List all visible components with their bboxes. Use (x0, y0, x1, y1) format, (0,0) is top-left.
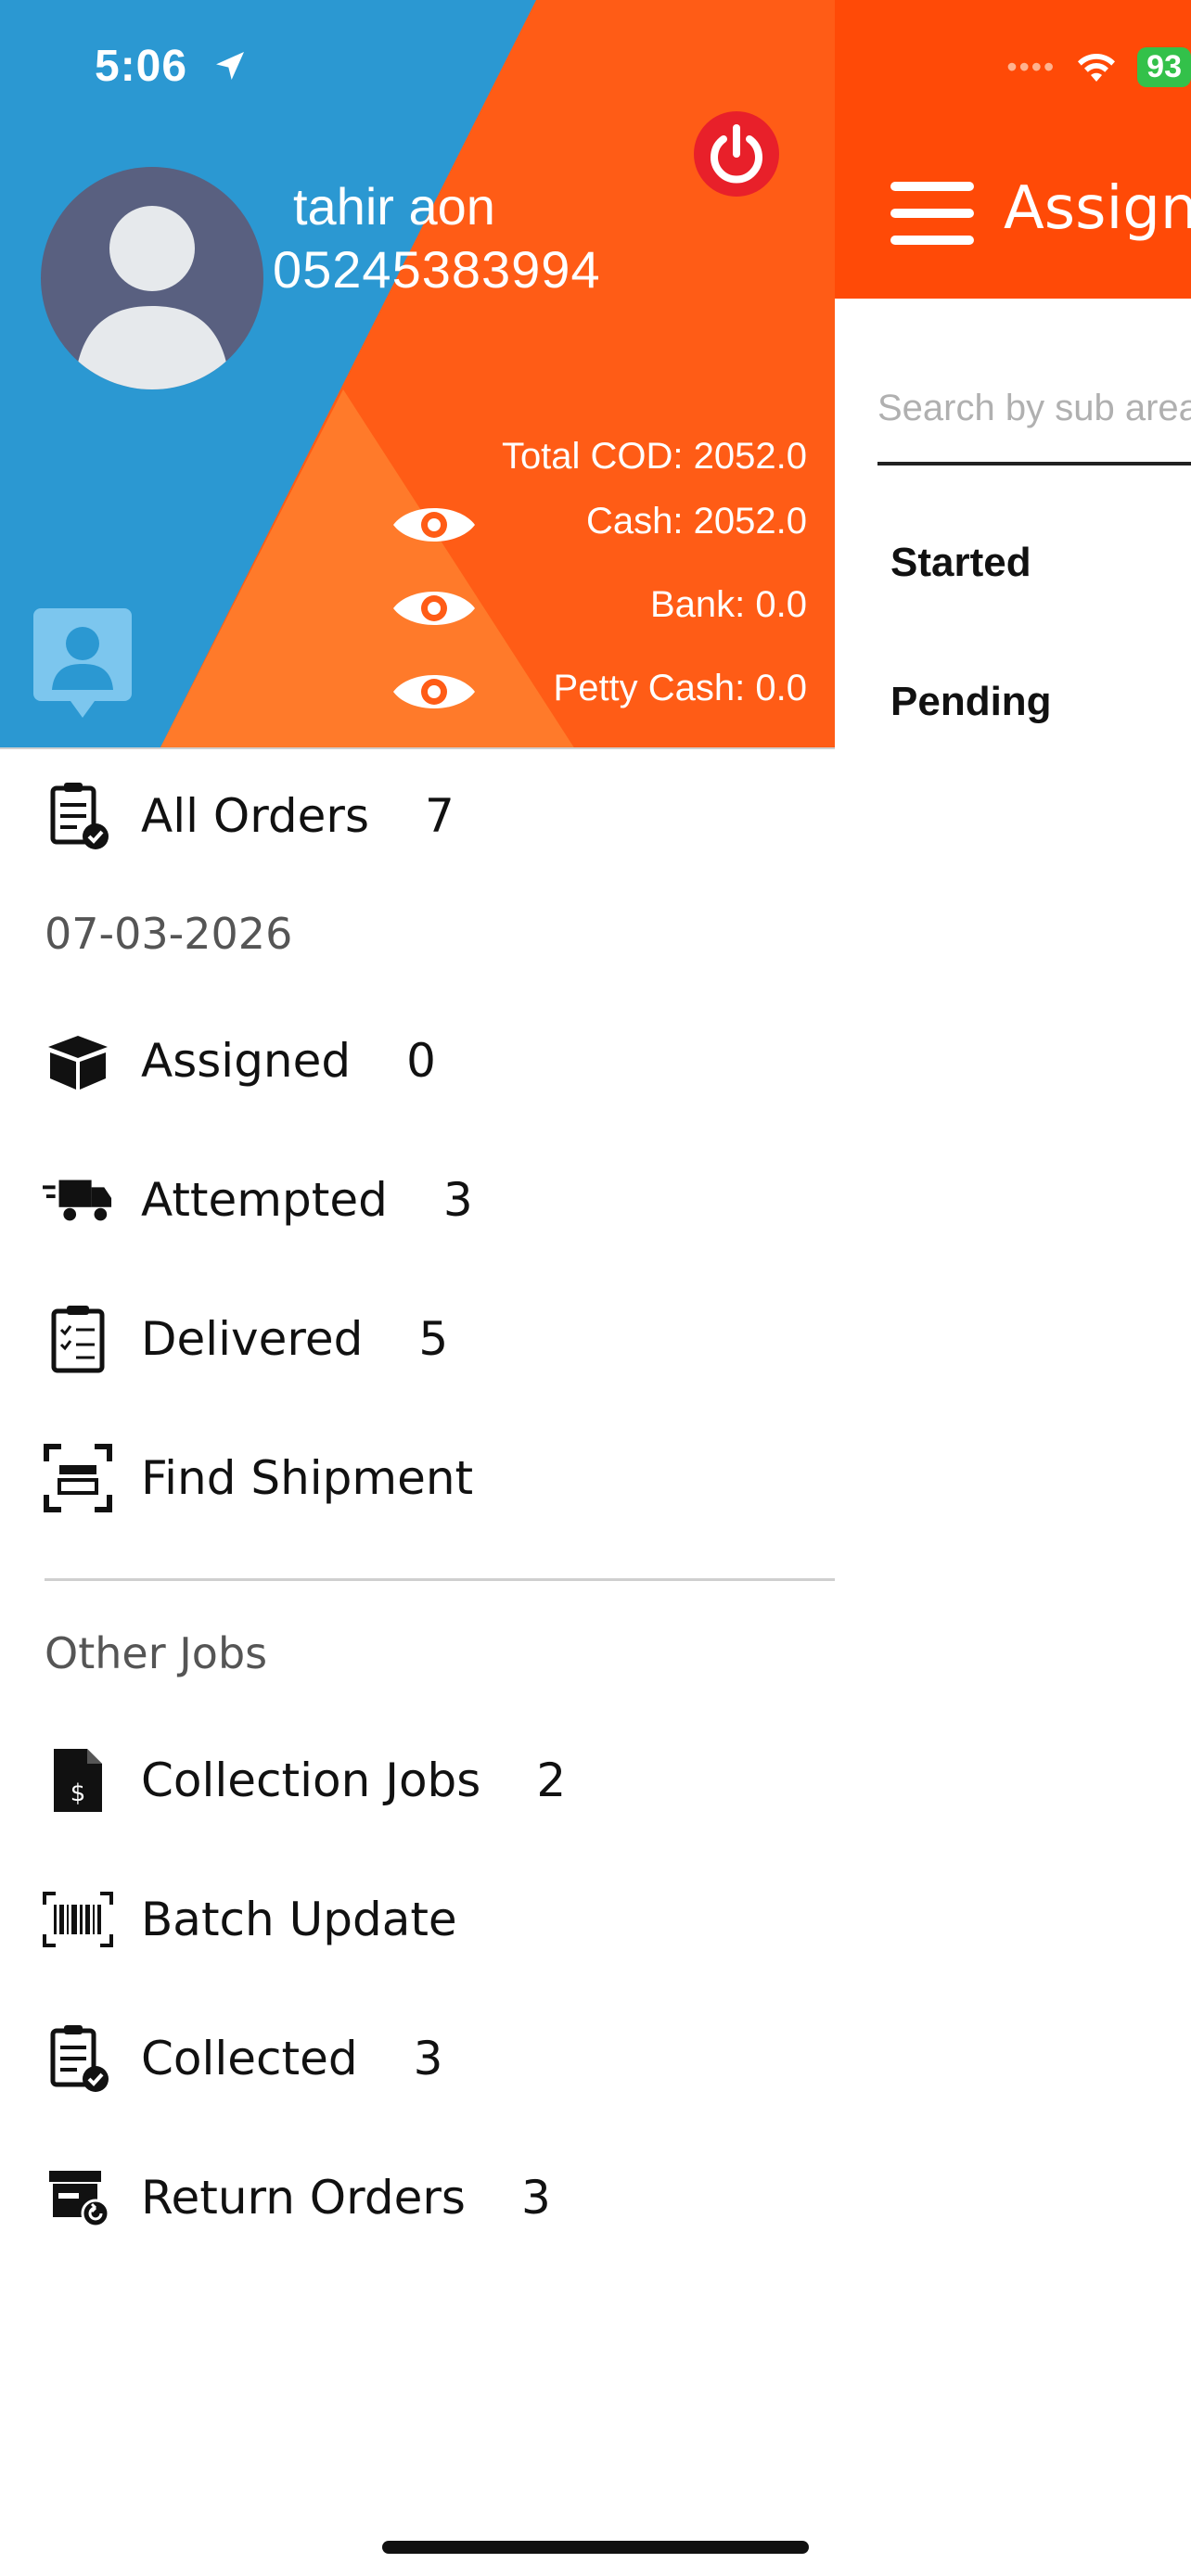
background-title: Assigned (1004, 174, 1191, 243)
cash-balance: Cash: 2052.0 (586, 501, 807, 542)
wifi-icon (1078, 53, 1116, 82)
user-phone: 05245383994 (273, 240, 601, 299)
checklist-icon (43, 1304, 113, 1374)
user-silhouette-icon (74, 206, 230, 389)
menu-collection-jobs-label: Collection Jobs (141, 1753, 481, 1807)
user-name: tahir aon (293, 177, 495, 236)
logout-button[interactable] (694, 111, 779, 197)
menu-all-orders[interactable]: All Orders 7 (43, 779, 455, 853)
menu-delivered[interactable]: Delivered 5 (43, 1302, 448, 1376)
menu-assigned-label: Assigned (141, 1034, 352, 1088)
other-jobs-label: Other Jobs (45, 1628, 268, 1678)
filter-started[interactable]: Started (890, 540, 1031, 586)
eye-icon[interactable] (390, 582, 479, 634)
status-time: 5:06 (95, 41, 249, 92)
barcode-icon (43, 1884, 113, 1955)
bank-balance: Bank: 0.0 (649, 584, 807, 625)
menu-collection-jobs-count: 2 (536, 1753, 567, 1807)
menu-assigned[interactable]: Assigned 0 (43, 1024, 436, 1098)
scan-icon (43, 1443, 113, 1513)
cellular-signal-icon: •••• (1006, 49, 1057, 83)
power-icon (711, 124, 762, 184)
eye-icon[interactable] (390, 499, 479, 551)
filter-pending[interactable]: Pending (890, 679, 1052, 725)
menu-collected-count: 3 (413, 2032, 443, 2085)
menu-batch-update-label: Batch Update (141, 1893, 457, 1946)
svg-text:$: $ (70, 1779, 86, 1807)
search-input[interactable]: Search by sub area (877, 380, 1191, 465)
menu-delivered-label: Delivered (141, 1312, 364, 1366)
return-box-icon (43, 2162, 113, 2233)
menu-find-shipment-label: Find Shipment (141, 1451, 474, 1505)
clipboard-check-icon (43, 781, 113, 851)
menu-return-orders[interactable]: Return Orders 3 (43, 2161, 551, 2235)
location-arrow-icon (216, 52, 245, 80)
clipboard-check-icon (43, 2023, 113, 2094)
navigation-drawer: tahir aon 05245383994 Total COD: 2052.0 … (0, 0, 835, 2576)
background-screen: Assigned Search by sub area Started Pend… (835, 0, 1191, 2576)
menu-collected-label: Collected (141, 2032, 358, 2085)
menu-return-orders-label: Return Orders (141, 2171, 466, 2225)
contact-card-icon[interactable] (33, 608, 132, 720)
menu-divider (45, 1578, 835, 1581)
menu-collection-jobs[interactable]: $ Collection Jobs 2 (43, 1743, 566, 1817)
menu-attempted-count: 3 (442, 1173, 473, 1227)
avatar[interactable] (41, 167, 263, 389)
menu-return-orders-count: 3 (520, 2171, 551, 2225)
eye-icon[interactable] (390, 666, 479, 718)
menu-all-orders-label: All Orders (141, 789, 370, 843)
menu-attempted[interactable]: Attempted 3 (43, 1163, 473, 1237)
menu-assigned-count: 0 (406, 1034, 436, 1088)
menu-collected[interactable]: Collected 3 (43, 2021, 442, 2096)
status-indicators: •••• 93 (1006, 41, 1191, 93)
drawer-header: tahir aon 05245383994 Total COD: 2052.0 … (0, 0, 835, 749)
dollar-document-icon: $ (43, 1745, 113, 1816)
menu-find-shipment[interactable]: Find Shipment (43, 1441, 473, 1515)
date-label: 07-03-2026 (45, 909, 293, 959)
menu-attempted-label: Attempted (141, 1173, 388, 1227)
battery-indicator: 93 (1137, 46, 1191, 87)
menu-delivered-count: 5 (418, 1312, 449, 1366)
menu-batch-update[interactable]: Batch Update (43, 1882, 457, 1957)
home-indicator[interactable] (382, 2541, 809, 2554)
total-cod: Total COD: 2052.0 (501, 436, 807, 477)
status-time-text: 5:06 (95, 42, 188, 91)
box-icon (43, 1026, 113, 1096)
petty-cash-balance: Petty Cash: 0.0 (553, 668, 807, 708)
hamburger-menu-icon[interactable] (890, 182, 974, 245)
menu-all-orders-count: 7 (425, 789, 455, 843)
truck-icon (43, 1165, 113, 1235)
